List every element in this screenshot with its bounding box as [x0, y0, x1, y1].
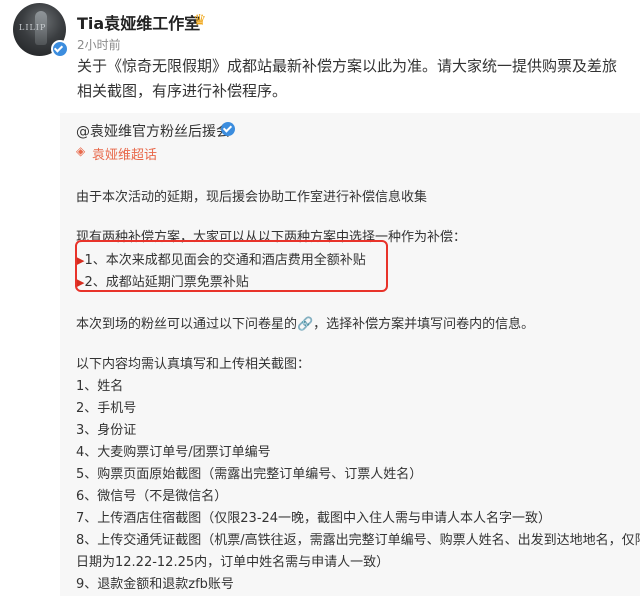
repost-author[interactable]: @袁娅维官方粉丝后援会: [76, 121, 230, 141]
super-topic-icon: ◈: [76, 144, 86, 158]
super-topic-link[interactable]: 袁娅维超话: [92, 144, 157, 163]
list-item: 1、姓名: [76, 379, 124, 394]
list-item: 9、退款金额和退款zfb账号: [76, 577, 234, 592]
list-item-continued: 日期为12.22-12.25内，订单中姓名需与申请人一致）: [76, 555, 390, 570]
avatar-text: LILIP: [19, 23, 47, 32]
list-item: 5、购票页面原始截图（需露出完整订单编号、订票人姓名）: [76, 467, 423, 482]
verified-icon: [51, 40, 69, 58]
reposted-content: @袁娅维官方粉丝后援会 ◈ 袁娅维超话 由于本次活动的延期，现后援会协助工作室进…: [60, 113, 640, 596]
post-time: 2小时前: [77, 38, 121, 52]
list-item: 4、大麦购票订单号/团票订单编号: [76, 445, 271, 460]
highlight-box: [75, 240, 388, 292]
repost-line[interactable]: 本次到场的粉丝可以通过以下问卷星的🔗，选择补偿方案并填写问卷内的信息。: [76, 313, 534, 332]
list-item: 7、上传酒店住宿截图（仅限23-24一晚，截图中入住人需与申请人本人名字一致）: [76, 511, 552, 526]
verified-icon: [221, 122, 235, 136]
list-item: 3、身份证: [76, 423, 137, 438]
list-item: 8、上传交通凭证截图（机票/高铁往返，需露出完整订单编号、购票人姓名、出发到达地…: [76, 533, 640, 548]
list-item: 6、微信号（不是微信名）: [76, 489, 228, 504]
author-name[interactable]: Tia袁娅维工作室: [77, 10, 200, 34]
repost-line: 以下内容均需认真填写和上传相关截图：: [76, 357, 311, 372]
crown-icon: ♛: [193, 11, 207, 29]
list-item: 2、手机号: [76, 401, 137, 416]
repost-line: 由于本次活动的延期，现后援会协助工作室进行补偿信息收集: [76, 190, 428, 205]
post-text: 关于《惊奇无限假期》成都站最新补偿方案以此为准。请大家统一提供购票及差旅相关截图…: [77, 57, 618, 100]
